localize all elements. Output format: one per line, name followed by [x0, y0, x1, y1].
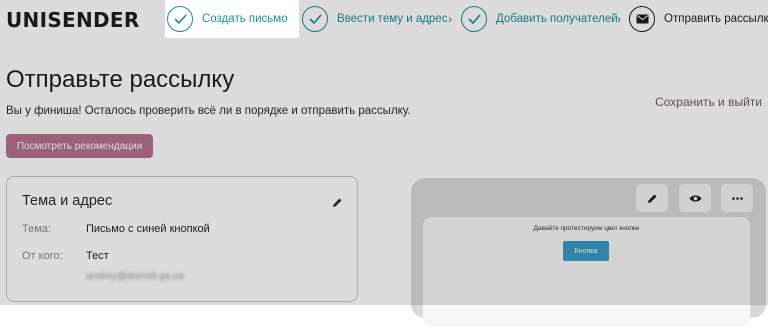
subject-address-card: Тема и адрес Тема: Письмо с синей кнопко… — [6, 176, 358, 302]
email-canvas: Давайте протестируем цвет кнопки Кнопка — [423, 217, 750, 327]
check-icon — [461, 6, 487, 32]
subject-label: Тема: — [22, 223, 51, 235]
page-subtitle: Вы у финиша! Осталось проверить всё ли в… — [6, 105, 411, 117]
page: UNISENDER Создать письмо › Ввести тему и… — [0, 0, 768, 327]
chevron-right-icon: › — [448, 12, 452, 26]
from-email: andrey@domail.ga.ua — [86, 271, 184, 282]
step-label: Создать письмо — [202, 13, 288, 25]
check-icon — [302, 6, 328, 32]
step-subject-address[interactable]: Ввести тему и адрес — [302, 0, 447, 38]
subject-value: Письмо с синей кнопкой — [86, 223, 210, 235]
more-icon[interactable] — [721, 184, 753, 212]
envelope-icon — [629, 6, 655, 32]
step-label: Добавить получателей — [496, 13, 618, 25]
step-label: Ввести тему и адрес — [337, 13, 448, 25]
eye-icon[interactable] — [679, 184, 711, 212]
step-create-letter-highlight[interactable]: Создать письмо — [165, 0, 299, 38]
from-value: Тест — [86, 250, 109, 262]
step-add-recipients[interactable]: Добавить получателей — [461, 0, 618, 38]
step-create-letter-spot: Создать письмо — [167, 0, 288, 38]
view-recommendations-button[interactable]: Посмотреть рекомендации — [6, 134, 153, 158]
chevron-right-icon: › — [617, 12, 621, 26]
card-title: Тема и адрес — [22, 193, 113, 209]
save-and-exit-link[interactable]: Сохранить и выйти — [655, 95, 762, 109]
email-preview: Давайте протестируем цвет кнопки Кнопка — [411, 178, 766, 327]
step-send-campaign[interactable]: Отправить рассылку — [629, 0, 768, 38]
email-cta-button: Кнопка — [563, 241, 609, 261]
check-icon — [167, 6, 193, 32]
email-heading: Давайте протестируем цвет кнопки — [533, 225, 640, 232]
unisender-logo[interactable]: UNISENDER — [6, 8, 140, 32]
pencil-icon[interactable] — [636, 184, 668, 212]
step-label: Отправить рассылку — [664, 13, 768, 25]
pencil-icon[interactable] — [332, 195, 343, 213]
from-label: От кого: — [22, 250, 63, 262]
page-title: Отправьте рассылку — [6, 66, 235, 93]
